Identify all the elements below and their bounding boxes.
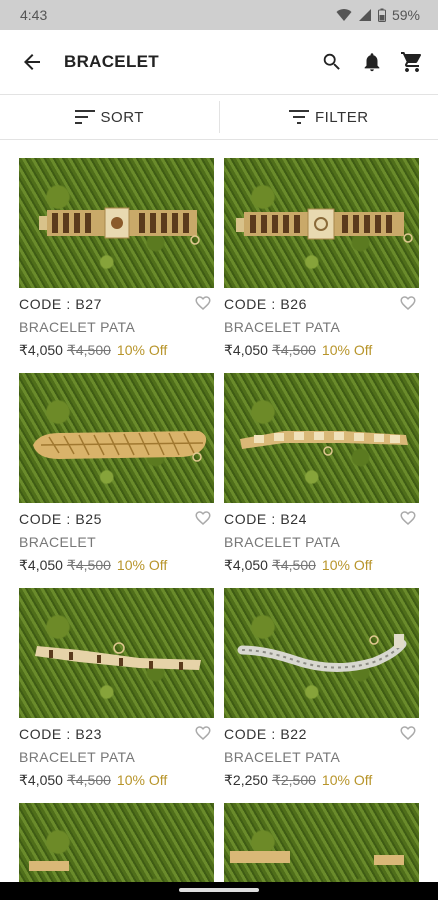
product-image[interactable]	[224, 158, 419, 288]
bracelet-photo	[35, 642, 201, 670]
wifi-icon	[336, 9, 352, 21]
product-card[interactable]: CODE : B25 BRACELET ₹4,050 ₹4,500 10% Of…	[19, 373, 214, 574]
sort-icon	[74, 110, 95, 124]
product-info: CODE : B26 BRACELET PATA ₹4,050 ₹4,500 1…	[224, 288, 419, 359]
filter-label: FILTER	[314, 108, 369, 126]
product-card[interactable]: CODE : B22 BRACELET PATA ₹2,250 ₹2,500 1…	[224, 588, 419, 789]
battery-percent: 59%	[391, 7, 420, 23]
product-image[interactable]	[19, 588, 214, 718]
sale-price: ₹4,050	[224, 342, 268, 358]
product-info: CODE : B23 BRACELET PATA ₹4,050 ₹4,500 1…	[19, 718, 214, 789]
price-row: ₹4,050 ₹4,500 10% Off	[19, 342, 214, 359]
header-actions	[320, 50, 424, 74]
product-info: CODE : B27 BRACELET PATA ₹4,050 ₹4,500 1…	[19, 288, 214, 359]
wishlist-heart-icon[interactable]	[399, 294, 417, 312]
product-code: CODE : B22	[224, 726, 308, 742]
price-row: ₹4,050 ₹4,500 10% Off	[19, 557, 214, 574]
price-row: ₹2,250 ₹2,500 10% Off	[224, 772, 419, 789]
product-name: BRACELET PATA	[19, 319, 136, 335]
bracelet-photo	[236, 208, 413, 243]
app-bar: BRACELET	[0, 30, 438, 94]
discount-badge: 10% Off	[116, 772, 168, 788]
product-image[interactable]	[224, 373, 419, 503]
battery-icon	[377, 8, 386, 22]
notifications-button[interactable]	[360, 50, 384, 74]
system-navigation-bar	[0, 882, 438, 900]
original-price: ₹4,500	[271, 342, 316, 358]
product-code: CODE : B24	[224, 511, 308, 527]
sale-price: ₹2,250	[224, 772, 268, 788]
sort-filter-bar: SORT FILTER	[0, 94, 438, 140]
bracelet-photo	[33, 431, 207, 462]
wishlist-heart-icon[interactable]	[194, 509, 212, 527]
sale-price: ₹4,050	[224, 557, 268, 573]
product-card[interactable]: CODE : B23 BRACELET PATA ₹4,050 ₹4,500 1…	[19, 588, 214, 789]
original-price: ₹4,500	[66, 772, 111, 788]
bracelet-photo	[237, 634, 407, 672]
product-code: CODE : B27	[19, 296, 103, 312]
original-price: ₹4,500	[66, 342, 111, 358]
product-info: CODE : B25 BRACELET ₹4,050 ₹4,500 10% Of…	[19, 503, 214, 574]
sale-price: ₹4,050	[19, 342, 63, 358]
status-icons: 59%	[336, 7, 420, 23]
discount-badge: 10% Off	[321, 557, 373, 573]
product-image[interactable]	[19, 373, 214, 503]
product-name: BRACELET PATA	[19, 749, 136, 765]
wishlist-heart-icon[interactable]	[194, 724, 212, 742]
bell-icon	[364, 53, 380, 72]
original-price: ₹4,500	[271, 557, 316, 573]
price-row: ₹4,050 ₹4,500 10% Off	[224, 557, 419, 574]
page-title: BRACELET	[64, 52, 159, 71]
filter-button[interactable]: FILTER	[220, 95, 438, 139]
bracelet-photo	[240, 431, 408, 456]
wishlist-heart-icon[interactable]	[399, 724, 417, 742]
discount-badge: 10% Off	[321, 772, 373, 788]
product-card[interactable]: CODE : B27 BRACELET PATA ₹4,050 ₹4,500 1…	[19, 158, 214, 359]
sale-price: ₹4,050	[19, 557, 63, 573]
signal-icon	[358, 9, 371, 21]
price-row: ₹4,050 ₹4,500 10% Off	[224, 342, 419, 359]
product-grid: CODE : B27 BRACELET PATA ₹4,050 ₹4,500 1…	[0, 140, 438, 900]
product-name: BRACELET PATA	[224, 749, 341, 765]
product-card[interactable]: CODE : B24 BRACELET PATA ₹4,050 ₹4,500 1…	[224, 373, 419, 574]
product-image[interactable]	[19, 158, 214, 288]
product-code: CODE : B26	[224, 296, 308, 312]
original-price: ₹2,500	[271, 772, 316, 788]
bracelet-photo	[39, 207, 200, 245]
wishlist-heart-icon[interactable]	[399, 509, 417, 527]
product-name: BRACELET PATA	[224, 534, 341, 550]
sale-price: ₹4,050	[19, 772, 63, 788]
product-code: CODE : B23	[19, 726, 103, 742]
product-info: CODE : B24 BRACELET PATA ₹4,050 ₹4,500 1…	[224, 503, 419, 574]
back-arrow-icon[interactable]	[20, 50, 44, 74]
search-button[interactable]	[320, 50, 344, 74]
discount-badge: 10% Off	[321, 342, 373, 358]
price-row: ₹4,050 ₹4,500 10% Off	[19, 772, 214, 789]
product-code: CODE : B25	[19, 511, 103, 527]
product-image[interactable]	[224, 588, 419, 718]
product-name: BRACELET	[19, 534, 97, 550]
sort-button[interactable]: SORT	[0, 95, 219, 139]
status-time: 4:43	[20, 7, 48, 23]
discount-badge: 10% Off	[116, 342, 168, 358]
wishlist-heart-icon[interactable]	[194, 294, 212, 312]
sort-label: SORT	[100, 108, 144, 126]
discount-badge: 10% Off	[116, 557, 168, 573]
product-info: CODE : B22 BRACELET PATA ₹2,250 ₹2,500 1…	[224, 718, 419, 789]
filter-icon	[288, 110, 309, 124]
home-gesture-handle[interactable]	[179, 888, 259, 892]
product-name: BRACELET PATA	[224, 319, 341, 335]
cart-button[interactable]	[400, 50, 424, 74]
search-icon	[323, 53, 340, 70]
cart-icon	[401, 52, 422, 72]
original-price: ₹4,500	[66, 557, 111, 573]
status-bar: 4:43 59%	[0, 0, 438, 30]
product-card[interactable]: CODE : B26 BRACELET PATA ₹4,050 ₹4,500 1…	[224, 158, 419, 359]
